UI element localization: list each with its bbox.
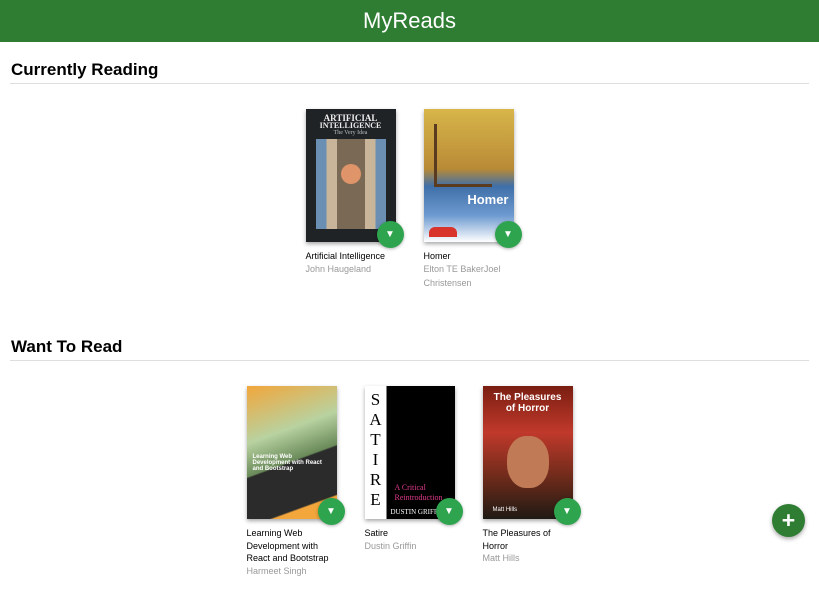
book-authors: John Haugeland — [305, 263, 372, 274]
app-header: MyReads — [0, 0, 819, 42]
book-title: Homer — [423, 251, 451, 261]
book-authors: Elton TE BakerJoel Christensen — [423, 263, 501, 288]
cover-title-2: INTELLIGENCE — [319, 121, 382, 130]
book-learning-web-development: Learning Web Development with React and … — [246, 386, 345, 596]
chevron-down-icon: ▼ — [326, 506, 336, 517]
book-satire: SATIRE A Critical Reintroduction DUSTIN … — [364, 386, 463, 596]
add-book-button[interactable]: + — [772, 504, 805, 537]
book-cover[interactable]: Homer ▼ — [423, 109, 522, 248]
book-title: Artificial Intelligence — [305, 251, 386, 261]
shelf-changer-button[interactable]: ▼ — [494, 221, 522, 248]
shelf-changer-button[interactable]: ▼ — [376, 221, 404, 248]
cover-title: SATIRE — [369, 390, 382, 509]
chevron-down-icon: ▼ — [444, 506, 454, 517]
cover-art-face — [506, 436, 549, 488]
shelf-title: Currently Reading — [10, 42, 809, 84]
shelf-books: ARTIFICIAL INTELLIGENCE The Very Idea ▼ … — [10, 84, 809, 319]
cover-art-ship — [433, 124, 492, 187]
book-authors: Dustin Griffin — [364, 540, 417, 551]
plus-icon: + — [781, 507, 796, 533]
shelf-changer-button[interactable]: ▼ — [553, 498, 581, 525]
cover-art — [315, 139, 386, 229]
book-artificial-intelligence: ARTIFICIAL INTELLIGENCE The Very Idea ▼ … — [305, 109, 404, 319]
book-title: Satire — [364, 528, 389, 538]
cover-subtitle: The Very Idea — [333, 130, 368, 136]
book-cover[interactable]: Learning Web Development with React and … — [246, 386, 345, 525]
book-title: The Pleasures of Horror — [482, 528, 551, 551]
book-authors: Matt Hills — [482, 553, 520, 564]
cover-art-sun — [340, 164, 361, 184]
cover-title: Homer — [467, 192, 509, 207]
shelf-want-to-read: Want To Read Learning Web Development wi… — [0, 319, 819, 596]
book-authors: Harmeet Singh — [246, 565, 307, 576]
cover-author: Matt Hills — [492, 507, 518, 513]
book-cover[interactable]: SATIRE A Critical Reintroduction DUSTIN … — [364, 386, 463, 525]
cover-stripe — [428, 227, 457, 237]
book-homer: Homer ▼ Homer Elton TE BakerJoel Christe… — [423, 109, 522, 319]
shelf-books: Learning Web Development with React and … — [10, 361, 809, 596]
app-title: MyReads — [363, 8, 456, 33]
book-title: Learning Web Development with React and … — [246, 528, 329, 564]
shelf-changer-button[interactable]: ▼ — [435, 498, 463, 525]
shelf-changer-button[interactable]: ▼ — [317, 498, 345, 525]
chevron-down-icon: ▼ — [503, 229, 513, 240]
book-pleasures-of-horror: The Pleasures of Horror Matt Hills ▼ The… — [482, 386, 581, 596]
chevron-down-icon: ▼ — [385, 229, 395, 240]
chevron-down-icon: ▼ — [562, 506, 572, 517]
cover-title: The Pleasures of Horror — [493, 392, 562, 414]
book-cover[interactable]: ARTIFICIAL INTELLIGENCE The Very Idea ▼ — [305, 109, 404, 248]
shelf-currently-reading: Currently Reading ARTIFICIAL INTELLIGENC… — [0, 42, 819, 319]
cover-title: Learning Web Development with React and … — [252, 454, 322, 472]
book-cover[interactable]: The Pleasures of Horror Matt Hills ▼ — [482, 386, 581, 525]
shelf-title: Want To Read — [10, 319, 809, 361]
